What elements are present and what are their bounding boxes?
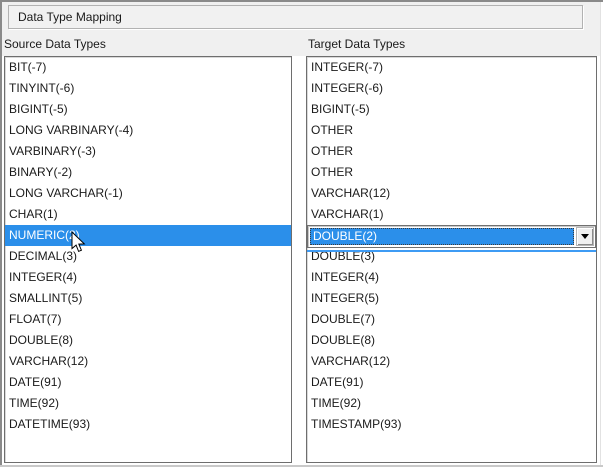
combobox-selected-value[interactable]: DOUBLE(2)	[310, 228, 574, 245]
window-border-top	[0, 0, 603, 2]
list-item[interactable]: BIT(-7)	[5, 57, 291, 78]
list-item[interactable]: VARCHAR(12)	[307, 183, 596, 204]
list-item[interactable]: BIGINT(-5)	[307, 99, 596, 120]
list-item[interactable]: DATETIME(93)	[5, 414, 291, 435]
list-item[interactable]: TIME(92)	[307, 393, 596, 414]
panel-title: Data Type Mapping	[8, 5, 583, 29]
source-type-list[interactable]: BIT(-7)TINYINT(-6)BIGINT(-5)LONG VARBINA…	[4, 56, 292, 463]
combobox-dropdown-button[interactable]	[576, 227, 594, 246]
list-item[interactable]: FLOAT(7)	[5, 309, 291, 330]
list-item[interactable]: SMALLINT(5)	[5, 288, 291, 309]
list-item[interactable]: LONG VARBINARY(-4)	[5, 120, 291, 141]
list-item[interactable]: OTHER	[307, 120, 596, 141]
chevron-down-icon	[581, 234, 589, 239]
mouse-cursor-icon	[71, 231, 86, 253]
list-item[interactable]: VARCHAR(12)	[5, 351, 291, 372]
combobox-focus-underline	[307, 250, 596, 252]
list-item[interactable]: BIGINT(-5)	[5, 99, 291, 120]
list-item[interactable]: VARBINARY(-3)	[5, 141, 291, 162]
source-list-label: Source Data Types	[4, 37, 106, 52]
list-item[interactable]: DOUBLE(7)	[307, 309, 596, 330]
list-item[interactable]: INTEGER(4)	[307, 267, 596, 288]
list-item[interactable]: LONG VARCHAR(-1)	[5, 183, 291, 204]
window-border-bottom	[0, 465, 603, 467]
window-border-right	[600, 2, 601, 465]
list-item[interactable]: DOUBLE(8)	[307, 330, 596, 351]
list-item[interactable]: INTEGER(-6)	[307, 78, 596, 99]
target-list-label: Target Data Types	[308, 37, 405, 52]
window-border-left	[0, 0, 2, 466]
list-item[interactable]: TIME(92)	[5, 393, 291, 414]
list-item[interactable]: VARCHAR(1)	[307, 204, 596, 225]
target-type-list[interactable]: DOUBLE(2) INTEGER(-7)INTEGER(-6)BIGINT(-…	[306, 56, 597, 463]
data-type-mapping-panel: Data Type Mapping Source Data Types Targ…	[0, 0, 603, 471]
list-item[interactable]: TIMESTAMP(93)	[307, 414, 596, 435]
list-item[interactable]: BINARY(-2)	[5, 162, 291, 183]
list-item[interactable]: TINYINT(-6)	[5, 78, 291, 99]
list-item[interactable]: INTEGER(4)	[5, 267, 291, 288]
target-type-combobox[interactable]: DOUBLE(2)	[307, 225, 596, 248]
list-item[interactable]: DECIMAL(3)	[5, 246, 291, 267]
list-item[interactable]: DATE(91)	[307, 372, 596, 393]
list-item[interactable]: DOUBLE(8)	[5, 330, 291, 351]
list-item[interactable]: INTEGER(5)	[307, 288, 596, 309]
list-item[interactable]: OTHER	[307, 141, 596, 162]
list-item[interactable]: INTEGER(-7)	[307, 57, 596, 78]
list-item[interactable]: OTHER	[307, 162, 596, 183]
list-item[interactable]: VARCHAR(12)	[307, 351, 596, 372]
list-item[interactable]: DATE(91)	[5, 372, 291, 393]
list-item[interactable]: NUMERIC(2)	[5, 225, 291, 246]
list-item[interactable]: CHAR(1)	[5, 204, 291, 225]
